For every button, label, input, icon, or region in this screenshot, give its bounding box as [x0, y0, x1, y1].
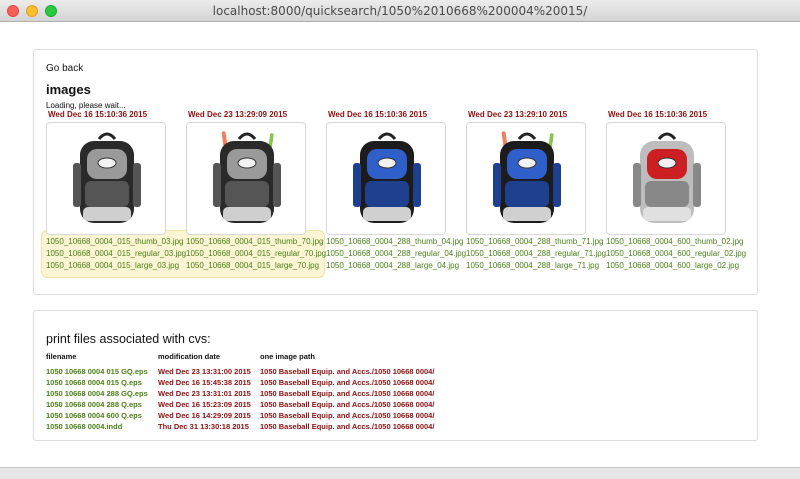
path-cell: 1050 Baseball Equip. and Accs./1050 1066…	[260, 389, 435, 398]
go-back-link[interactable]: Go back	[46, 63, 83, 74]
filename-cell[interactable]: 1050 10668 0004 600 Q.eps	[46, 410, 158, 421]
table-header-row: filename modification date one image pat…	[46, 352, 434, 366]
path-cell: 1050 Baseball Equip. and Accs./1050 1066…	[260, 422, 435, 431]
thumb-file-link[interactable]: 1050_10668_0004_600_thumb_02.jpg	[606, 236, 756, 248]
image-date: Wed Dec 16 15:10:36 2015	[328, 110, 428, 119]
regular-file-link[interactable]: 1050_10668_0004_015_regular_70.jpg	[186, 248, 336, 260]
backpack-image	[73, 132, 141, 223]
backpack-image	[353, 132, 421, 223]
page-viewport: Go back images Loading, please wait... W…	[0, 22, 800, 467]
backpack-thumbnail[interactable]	[606, 122, 726, 235]
image-date: Wed Dec 16 15:10:36 2015	[48, 110, 148, 119]
backpack-thumbnail[interactable]	[466, 122, 586, 235]
title-bar: localhost:8000/quicksearch/1050%2010668%…	[0, 0, 800, 22]
image-item: Wed Dec 16 15:10:36 2015 1050_10668_0004…	[606, 110, 756, 272]
large-file-link[interactable]: 1050_10668_0004_600_large_02.jpg	[606, 260, 756, 272]
backpack-thumbnail[interactable]	[326, 122, 446, 235]
filename-cell[interactable]: 1050 10668 0004.indd	[46, 421, 158, 432]
print-files-table: filename modification date one image pat…	[46, 352, 434, 432]
backpack-thumbnail[interactable]	[46, 122, 166, 235]
thumb-file-link[interactable]: 1050_10668_0004_015_thumb_70.jpg	[186, 236, 336, 248]
images-heading: images	[46, 82, 91, 97]
path-cell: 1050 Baseball Equip. and Accs./1050 1066…	[260, 411, 435, 420]
images-panel: Go back images Loading, please wait... W…	[33, 49, 758, 295]
filename-cell[interactable]: 1050 10668 0004 015 Q.eps	[46, 377, 158, 388]
path-cell: 1050 Baseball Equip. and Accs./1050 1066…	[260, 367, 435, 376]
print-files-panel: print files associated with cvs: filenam…	[33, 310, 758, 441]
backpack-image	[213, 131, 281, 223]
large-file-link[interactable]: 1050_10668_0004_015_large_70.jpg	[186, 260, 336, 272]
large-file-link[interactable]: 1050_10668_0004_288_large_04.jpg	[326, 260, 476, 272]
large-file-link[interactable]: 1050_10668_0004_288_large_71.jpg	[466, 260, 616, 272]
backpack-image	[493, 131, 561, 223]
regular-file-link[interactable]: 1050_10668_0004_015_regular_03.jpg	[46, 248, 196, 260]
date-cell: Wed Dec 16 15:45:38 2015	[158, 378, 251, 387]
column-header-filename: filename	[46, 352, 77, 361]
table-row: 1050 10668 0004 600 Q.eps Wed Dec 16 14:…	[46, 410, 434, 421]
date-cell: Wed Dec 23 13:31:01 2015	[158, 389, 251, 398]
image-date: Wed Dec 23 13:29:09 2015	[188, 110, 288, 119]
image-date: Wed Dec 23 13:29:10 2015	[468, 110, 568, 119]
regular-file-link[interactable]: 1050_10668_0004_600_regular_02.jpg	[606, 248, 756, 260]
date-cell: Wed Dec 16 14:29:09 2015	[158, 411, 251, 420]
image-item: Wed Dec 16 15:10:36 2015 1050_10668_0004…	[46, 110, 196, 272]
date-cell: Wed Dec 23 13:31:00 2015	[158, 367, 251, 376]
window-title: localhost:8000/quicksearch/1050%2010668%…	[212, 4, 588, 18]
path-cell: 1050 Baseball Equip. and Accs./1050 1066…	[260, 378, 435, 387]
filename-cell[interactable]: 1050 10668 0004 288 Q.eps	[46, 399, 158, 410]
large-file-link[interactable]: 1050_10668_0004_015_large_03.jpg	[46, 260, 196, 272]
path-cell: 1050 Baseball Equip. and Accs./1050 1066…	[260, 400, 435, 409]
thumb-file-link[interactable]: 1050_10668_0004_288_thumb_04.jpg	[326, 236, 476, 248]
status-bar	[0, 467, 800, 479]
column-header-modification-date: modification date	[158, 352, 221, 361]
image-item: Wed Dec 16 15:10:36 2015 1050_10668_0004…	[326, 110, 476, 272]
thumb-file-link[interactable]: 1050_10668_0004_015_thumb_03.jpg	[46, 236, 196, 248]
filename-cell[interactable]: 1050 10668 0004 288 GQ.eps	[46, 388, 158, 399]
date-cell: Wed Dec 16 15:23:09 2015	[158, 400, 251, 409]
image-item: Wed Dec 23 13:29:10 2015 1050_10668_0004…	[466, 110, 616, 272]
regular-file-link[interactable]: 1050_10668_0004_288_regular_04.jpg	[326, 248, 476, 260]
backpack-image	[633, 132, 701, 223]
image-date: Wed Dec 16 15:10:36 2015	[608, 110, 708, 119]
regular-file-link[interactable]: 1050_10668_0004_288_regular_71.jpg	[466, 248, 616, 260]
table-row: 1050 10668 0004 288 Q.eps Wed Dec 16 15:…	[46, 399, 434, 410]
table-row: 1050 10668 0004 015 Q.eps Wed Dec 16 15:…	[46, 377, 434, 388]
table-row: 1050 10668 0004 288 GQ.eps Wed Dec 23 13…	[46, 388, 434, 399]
column-header-image-path: one image path	[260, 352, 316, 361]
thumb-file-link[interactable]: 1050_10668_0004_288_thumb_71.jpg	[466, 236, 616, 248]
loading-text: Loading, please wait...	[46, 101, 126, 110]
backpack-thumbnail[interactable]	[186, 122, 306, 235]
image-item: Wed Dec 23 13:29:09 2015 1050_10668_0004…	[186, 110, 336, 272]
table-row: 1050 10668 0004.indd Thu Dec 31 13:30:18…	[46, 421, 434, 432]
table-row: 1050 10668 0004 015 GQ.eps Wed Dec 23 13…	[46, 366, 434, 377]
filename-cell[interactable]: 1050 10668 0004 015 GQ.eps	[46, 366, 158, 377]
print-files-heading: print files associated with cvs:	[46, 332, 211, 346]
date-cell: Thu Dec 31 13:30:18 2015	[158, 422, 249, 431]
